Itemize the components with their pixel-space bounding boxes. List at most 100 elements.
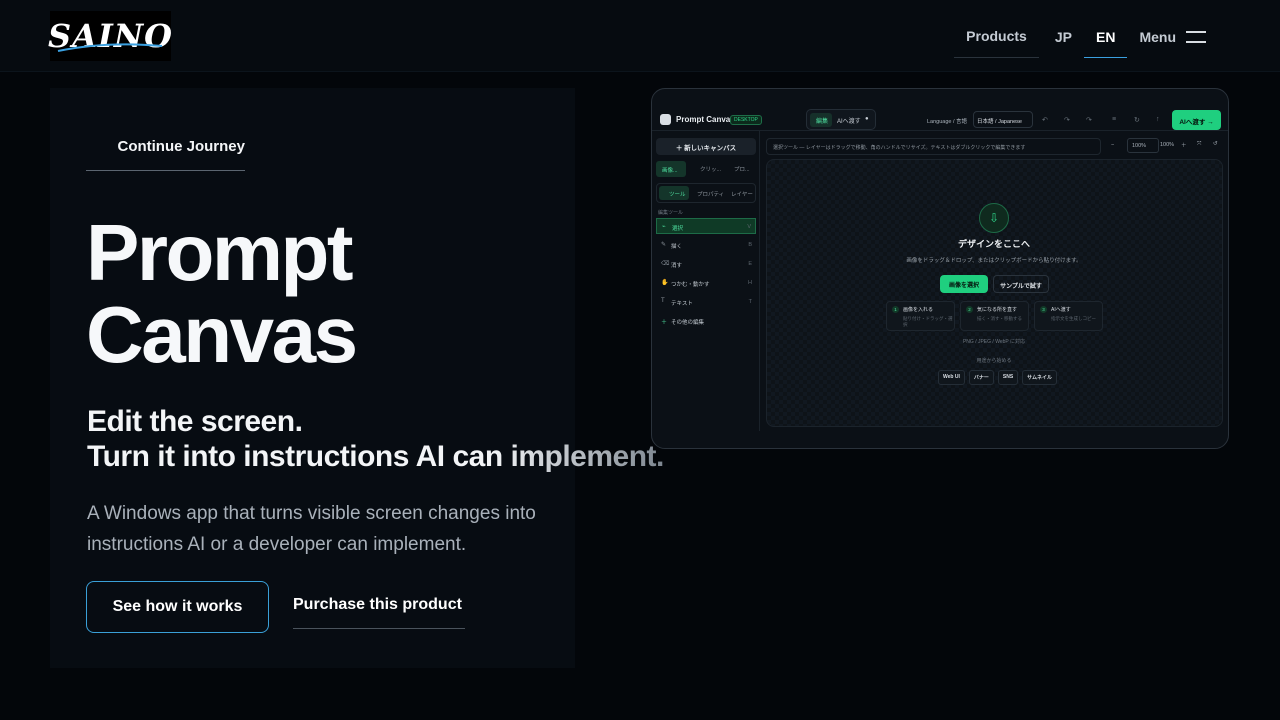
app-screenshot-mockup: Prompt Canvas DESKTOP 編集 AIへ渡す ● Languag… [651,88,1229,449]
mock-source-tab: プロ... [734,167,750,173]
saino-logo[interactable]: SAINO [48,11,172,61]
mock-panel-tab: レイヤー [731,192,753,198]
mock-tool-icon: ⌫ [661,261,670,267]
mock-step-card: 3 AIへ渡す指示文を生成しコピー [1034,301,1103,331]
nav-menu-button[interactable]: Menu [1127,23,1218,57]
mock-step-title: 画像を入れる [903,307,934,313]
mock-drop-title: デザインをここへ [957,239,1030,249]
mock-seg-dot-icon: ● [865,116,869,122]
mock-zoom-controls: − 100% 100% ＋ ⤧ ↺ [1107,138,1222,155]
hamburger-icon [1186,31,1206,43]
mock-chip: Web UI [938,370,965,385]
mock-language-select: 日本語 / Japanese [973,111,1033,128]
nav-products-link[interactable]: Products [954,22,1039,58]
mock-tool-label: その他の編集 [671,320,705,326]
mock-tool-icon: T [661,298,665,304]
page-title: Prompt Canvas [86,212,358,379]
purchase-product-link[interactable]: Purchase this product [293,596,465,629]
mock-layers-icon: ≡ [1112,116,1117,123]
subtitle-line-2: Turn it into instructions AI can impleme… [87,440,664,473]
title-line-1: Prompt [86,208,354,297]
mock-tool-label: つかむ・動かす [671,282,710,288]
mock-step-title: AIへ渡す [1051,307,1071,313]
mock-mode-switch: 編集 AIへ渡す ● [806,109,876,130]
mock-badge: DESKTOP [730,115,762,125]
mock-app-name: Prompt Canvas [676,115,735,124]
mock-tool-icon: ＋ [661,320,668,326]
mock-tool-label: 消す [671,263,683,269]
mock-step-number: 1 [892,306,899,313]
nav-lang-en[interactable]: EN [1083,23,1128,58]
mock-section-label: 編集ツール [658,210,684,216]
mock-tool-item: ⌫ 消す E [656,256,756,272]
mock-language-label: Language / 言語 [927,119,968,125]
mock-zoom-value: 100% [1160,142,1175,148]
mock-step-sub: 指示文を生成しコピー [1051,316,1096,321]
mock-chip: サムネイル [1022,370,1058,385]
mock-export-icon: ↑ [1156,116,1160,123]
logo-swoosh-icon [57,43,163,52]
mock-tool-item: ＋その他の編集 [656,313,756,329]
mock-redo-icon: ↷ [1086,117,1092,124]
mock-use-case-chips: Web UI バナー SNS サムネイル [938,370,1058,385]
top-navigation-bar: SAINO Products JP EN Menu [0,0,1280,72]
subtitle-line-1: Edit the screen. [87,405,303,438]
mock-panel-tabs: ツール プロパティ レイヤー [656,183,756,203]
menu-label: Menu [1139,29,1176,45]
mock-tool-key: H [748,280,752,286]
mock-step-number: 2 [966,306,973,313]
mock-app-icon [660,114,671,125]
continue-journey-link[interactable]: Continue Journey [86,138,245,171]
mock-chip: SNS [997,370,1019,385]
mock-sample-button: サンプルで試す [993,275,1049,293]
mock-panel-tab: プロパティ [697,192,725,198]
mock-zoom-select: 100% [1127,138,1160,153]
mock-seg-ai: AIへ渡す [837,119,861,125]
mock-tool-key: E [748,261,752,267]
mock-zoom-out-icon: − [1111,142,1115,148]
mock-choose-image-button: 画像を選択 [940,275,988,293]
mock-fit-icon: ⤧ [1197,141,1202,147]
mock-new-canvas-button: ＋ 新しいキャンバス [656,138,756,155]
mock-step-card: 2 気になる所を直す 描く・消す・移動する [960,301,1029,331]
mock-tool-key: T [748,299,752,305]
mock-tool-key: B [748,242,752,248]
mock-source-tabs: 画像... クリッ... プロ... [656,161,756,177]
mock-tool-item: ✎ 描く B [656,237,756,253]
mock-tool-key: V [747,224,751,230]
mock-tool-item: ✋ つかむ・動かす H [656,275,756,291]
mock-step-sub: 貼り付け・ドラッグ・選択 [903,316,953,327]
mock-tool-icon: ✎ [661,242,667,248]
mock-zoom-in-icon: ＋ [1181,143,1187,149]
mock-titlebar: Prompt Canvas DESKTOP 編集 AIへ渡す ● Languag… [652,89,1228,131]
mock-redo-all-icon: ↷ [1064,117,1070,124]
mock-start-from-label: 用途から始める [976,358,1012,364]
mock-download-icon: ⇩ [979,203,1009,233]
mock-step-title: 気になる所を直す [977,307,1018,313]
hero-description: A Windows app that turns visible screen … [87,503,536,555]
mock-drop-subtitle: 画像をドラッグ＆ドロップ、またはクリップボードから貼り付けます。 [906,258,1082,264]
mock-hint-bar: 選択ツール ― レイヤーはドラッグで移動、角のハンドルでリサイズ。テキストはダブ… [766,138,1101,155]
mock-chip: バナー [968,370,994,385]
mock-ai-send-button: AIへ渡す → [1172,110,1221,130]
mock-step-sub: 描く・消す・移動する [977,316,1022,321]
mock-canvas-area [766,159,1223,427]
mock-new-canvas-label: 新しいキャンバス [684,145,737,152]
mock-tool-item: ⌁ 選択 V [656,218,756,234]
mock-step-number: 3 [1040,306,1047,313]
hero-subtitle: Edit the screen. Turn it into instructio… [87,404,707,474]
see-how-it-works-button[interactable]: See how it works [86,581,269,633]
mock-seg-edit: 編集 [810,113,832,127]
mock-sidebar: ＋ 新しいキャンバス 画像... クリッ... プロ... ツール プロパティ … [652,131,760,431]
mock-reset-icon: ↺ [1213,141,1218,147]
nav-lang-jp[interactable]: JP [1043,23,1084,57]
mock-source-tab: クリッ... [700,167,722,173]
title-line-2: Canvas [86,290,358,379]
mock-refresh-icon: ↻ [1134,117,1140,124]
mock-tool-item: T テキスト T [656,294,756,310]
mock-tool-icon: ⌁ [662,224,666,230]
mock-tool-label: 選択 [672,226,684,232]
mock-source-tab: 画像... [656,161,686,177]
mock-panel-tab: ツール [659,186,689,200]
mock-tool-icon: ✋ [661,280,669,286]
